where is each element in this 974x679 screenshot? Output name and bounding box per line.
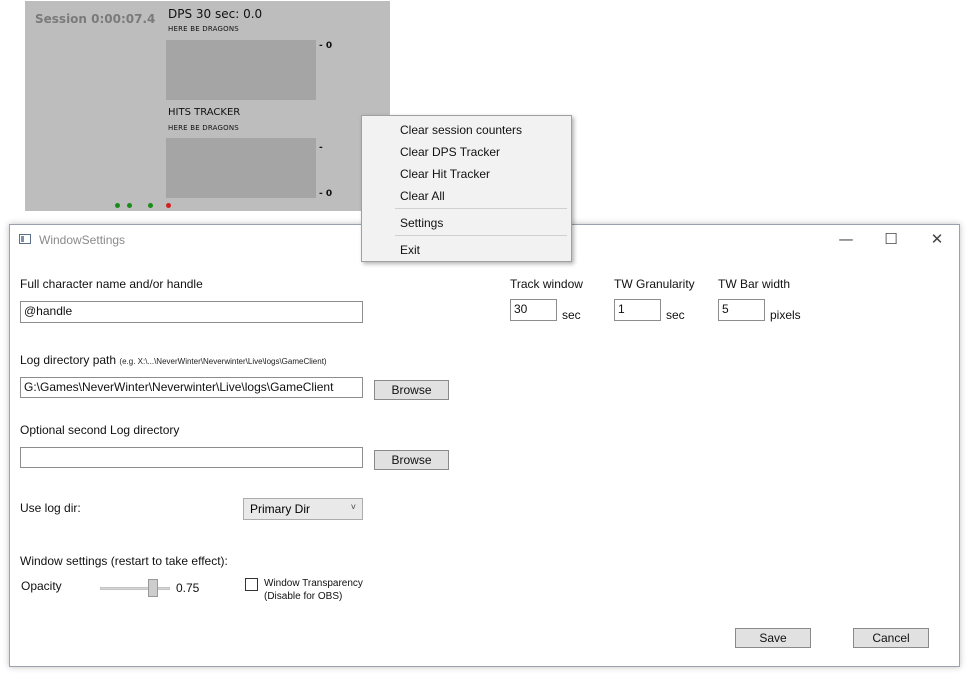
second-log-dir-input[interactable]	[20, 447, 363, 468]
context-menu: Clear session counters Clear DPS Tracker…	[361, 115, 572, 262]
transparency-label-line-1: Window Transparency	[264, 578, 363, 589]
character-input[interactable]: @handle	[20, 301, 363, 323]
browse-second-log-dir-button[interactable]: Browse	[374, 450, 449, 470]
menu-item-clear-all[interactable]: Clear All	[400, 189, 445, 203]
hits-graph	[166, 138, 316, 198]
status-dot-4	[166, 203, 171, 208]
chevron-down-icon: ˅	[350, 502, 356, 512]
track-window-unit: sec	[562, 308, 581, 322]
log-dir-label: Log directory path	[20, 353, 117, 367]
transparency-label-line-2: (Disable for OBS)	[264, 591, 343, 602]
menu-item-clear-session-counters[interactable]: Clear session counters	[400, 123, 522, 137]
tw-bar-width-label: TW Bar width	[718, 277, 791, 291]
use-log-dir-select[interactable]: Primary Dir ˅	[243, 498, 363, 520]
hits-axis-top-label: -	[319, 143, 323, 153]
menu-item-clear-dps-tracker[interactable]: Clear DPS Tracker	[400, 145, 500, 159]
tw-bar-width-input[interactable]: 5	[718, 299, 765, 321]
log-dir-label-row: Log directory path (e.g. X:\...\NeverWin…	[20, 353, 327, 367]
track-window-label: Track window	[510, 277, 583, 291]
dps-graph	[166, 40, 316, 100]
log-dir-hint: (e.g. X:\...\NeverWinter\Neverwinter\Liv…	[119, 357, 327, 366]
save-button[interactable]: Save	[735, 628, 811, 648]
menu-separator	[395, 235, 567, 236]
menu-separator	[395, 208, 567, 209]
hits-subtitle: HERE BE DRAGONS	[168, 124, 239, 132]
dps-axis-label: - 0	[319, 41, 333, 51]
log-dir-input[interactable]: G:\Games\NeverWinter\Neverwinter\Live\lo…	[20, 377, 363, 398]
opacity-label: Opacity	[21, 579, 62, 593]
tw-granularity-label: TW Granularity	[614, 277, 695, 291]
menu-item-settings[interactable]: Settings	[400, 216, 443, 230]
maximize-button[interactable]: ☐	[868, 225, 914, 255]
window-transparency-checkbox[interactable]	[245, 578, 258, 591]
cancel-button[interactable]: Cancel	[853, 628, 929, 648]
menu-item-exit[interactable]: Exit	[400, 243, 420, 257]
use-log-dir-value: Primary Dir	[250, 502, 310, 516]
session-timer: Session 0:00:07.4	[35, 12, 156, 26]
close-button[interactable]: ✕	[914, 225, 960, 255]
dps-subtitle: HERE BE DRAGONS	[168, 25, 239, 33]
dps-title: DPS 30 sec: 0.0	[168, 7, 263, 21]
tw-bar-width-unit: pixels	[770, 308, 801, 322]
tw-granularity-input[interactable]: 1	[614, 299, 661, 321]
menu-item-clear-hit-tracker[interactable]: Clear Hit Tracker	[400, 167, 490, 181]
opacity-value: 0.75	[176, 581, 200, 595]
minimize-button[interactable]: —	[823, 225, 869, 255]
status-dot-3	[148, 203, 153, 208]
window-transparency-label: Window Transparency (Disable for OBS)	[264, 577, 363, 603]
hits-axis-bottom-label: - 0	[319, 189, 333, 199]
window-title: WindowSettings	[39, 233, 126, 247]
tracker-overlay[interactable]: Session 0:00:07.4 DPS 30 sec: 0.0 HERE B…	[25, 1, 390, 211]
track-window-input[interactable]: 30	[510, 299, 557, 321]
opacity-slider-thumb[interactable]	[148, 579, 158, 597]
browse-log-dir-button[interactable]: Browse	[374, 380, 449, 400]
tw-granularity-unit: sec	[666, 308, 685, 322]
use-log-dir-label: Use log dir:	[20, 501, 81, 515]
second-log-dir-label: Optional second Log directory	[20, 423, 180, 437]
window-settings-label: Window settings (restart to take effect)…	[20, 554, 228, 568]
status-dot-2	[127, 203, 132, 208]
opacity-slider-track[interactable]	[100, 587, 170, 590]
status-dot-1	[115, 203, 120, 208]
settings-window: WindowSettings — ☐ ✕ Full character name…	[9, 224, 960, 667]
hits-title: HITS TRACKER	[168, 107, 241, 118]
app-icon	[19, 234, 31, 244]
character-label: Full character name and/or handle	[20, 277, 203, 291]
